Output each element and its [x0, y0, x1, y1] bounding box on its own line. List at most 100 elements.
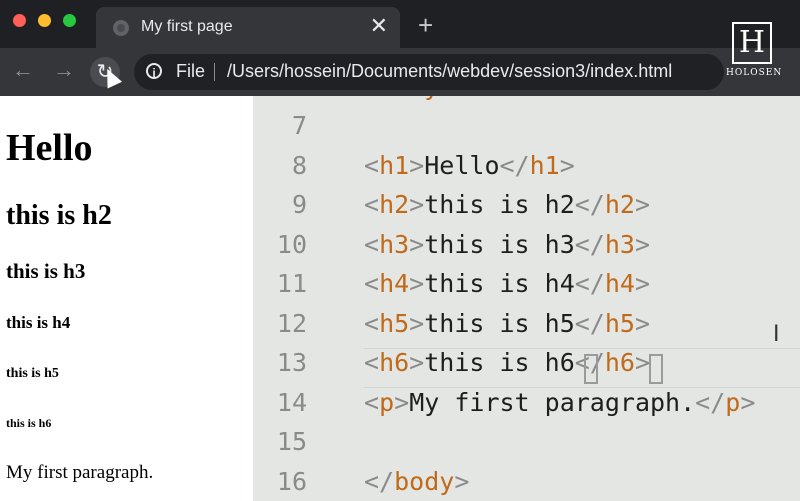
code-punct: > [740, 387, 756, 417]
heading-1: Hello [6, 127, 93, 169]
heading-5: this is h5 [6, 366, 59, 381]
line-number: 11 [276, 269, 307, 298]
code-punct: > [634, 348, 651, 377]
code-text: this is h2 [424, 190, 575, 219]
code-tag: h1 [529, 150, 560, 180]
code-punct: </ [574, 308, 605, 338]
heading-2: this is h2 [6, 200, 112, 231]
code-editor[interactable]: 6<body>78<h1>Hello</h1>9<h2>this is h2</… [253, 96, 800, 501]
code-tag: h6 [379, 348, 410, 377]
code-punct: < [364, 308, 380, 338]
minimize-window-button[interactable] [38, 14, 51, 27]
close-tab-icon[interactable]: ✕ [370, 15, 388, 37]
line-number: 13 [276, 348, 307, 377]
code-punct: > [454, 466, 470, 496]
new-tab-button[interactable]: + [418, 12, 433, 38]
code-punct: > [409, 308, 425, 338]
code-punct: > [409, 348, 425, 377]
browser-toolbar: ← → ↻ i File /Users/hossein/Documents/we… [0, 48, 800, 96]
code-line: <h6>this is h6</h6> [364, 348, 650, 377]
code-punct: </ [574, 190, 605, 219]
code-punct: > [409, 150, 425, 180]
bracket-match-open [584, 354, 598, 384]
line-number: 15 [276, 427, 307, 456]
heading-3: this is h3 [6, 259, 86, 283]
code-tag: h4 [604, 269, 635, 298]
code-tag: h5 [379, 308, 410, 338]
code-tag: h3 [379, 229, 410, 259]
maximize-window-button[interactable] [63, 14, 76, 27]
line-number: 12 [276, 308, 307, 338]
rendered-page: Hello this is h2 this is h3 this is h4 t… [0, 96, 253, 501]
code-text: Hello [424, 150, 500, 180]
code-punct: > [634, 269, 651, 298]
code-tag: p [379, 387, 395, 417]
tab-bar: My first page ✕ + [0, 0, 800, 48]
url-text[interactable]: /Users/hossein/Documents/webdev/session3… [227, 61, 672, 82]
code-tag: h3 [604, 229, 635, 259]
paragraph: My first paragraph. [6, 462, 154, 483]
code-tag: h4 [379, 269, 410, 298]
code-punct: </ [695, 387, 726, 417]
back-button[interactable]: ← [12, 58, 34, 82]
code-punct: > [559, 150, 575, 180]
code-punct: </ [499, 150, 530, 180]
code-punct: < [364, 269, 380, 298]
forward-button[interactable]: → [53, 58, 75, 82]
holosen-logo: H HOLOSEN [726, 20, 783, 90]
info-icon[interactable]: i [146, 63, 162, 80]
code-punct: > [439, 96, 454, 101]
code-punct: > [634, 190, 651, 219]
code-tag: body [394, 466, 455, 496]
code-punct: < [364, 150, 380, 180]
code-punct: > [634, 308, 651, 338]
active-tab[interactable]: My first page ✕ [96, 7, 400, 48]
code-line: <h4>this is h4</h4> [364, 269, 650, 298]
code-punct: < [364, 229, 380, 259]
code-punct: > [409, 269, 425, 298]
code-line: <h2>this is h2</h2> [364, 190, 650, 219]
code-line: <p>My first paragraph.</p> [364, 388, 755, 417]
line-number: 14 [276, 387, 307, 417]
code-text: this is h6 [424, 348, 575, 377]
code-text: this is h4 [424, 269, 575, 298]
code-line: <h5>this is h5</h5> [364, 309, 650, 338]
line-number: 6 [253, 96, 307, 101]
code-tag: h6 [604, 348, 635, 377]
code-tag: h2 [604, 190, 635, 219]
scheme-label: File [176, 61, 206, 81]
code-punct: </ [574, 229, 605, 259]
address-divider [214, 63, 215, 81]
line-number: 16 [276, 466, 307, 496]
code-tag: h2 [379, 190, 410, 219]
code-line: </body> [364, 467, 469, 496]
code-text: this is h5 [424, 308, 575, 338]
heading-6: this is h6 [6, 416, 52, 430]
code-punct: < [364, 190, 380, 219]
code-punct: > [394, 387, 410, 417]
line-number: 9 [291, 190, 307, 219]
code-punct: > [409, 190, 425, 219]
text-cursor-icon: I [773, 322, 780, 347]
code-punct: < [364, 387, 380, 417]
bracket-match-close [649, 354, 663, 384]
globe-icon [113, 20, 129, 36]
code-line: <body> [364, 96, 454, 101]
code-text: My first paragraph. [409, 387, 696, 417]
code-line: <h1>Hello</h1> [364, 151, 575, 180]
code-punct: > [634, 229, 651, 259]
close-window-button[interactable] [13, 14, 26, 27]
logo-text: HOLOSEN [726, 68, 783, 78]
code-punct: </ [364, 466, 395, 496]
code-tag: p [725, 387, 741, 417]
code-punct: < [364, 348, 380, 377]
code-tag: h1 [379, 150, 410, 180]
address-bar[interactable]: i File /Users/hossein/Documents/webdev/s… [134, 54, 724, 90]
code-line: <h3>this is h3</h3> [364, 230, 650, 259]
heading-4: this is h4 [6, 313, 71, 332]
code-text: this is h3 [424, 229, 575, 259]
line-number: 8 [291, 150, 307, 180]
line-number: 10 [276, 229, 307, 259]
code-punct: > [409, 229, 425, 259]
code-tag: h5 [604, 308, 635, 338]
